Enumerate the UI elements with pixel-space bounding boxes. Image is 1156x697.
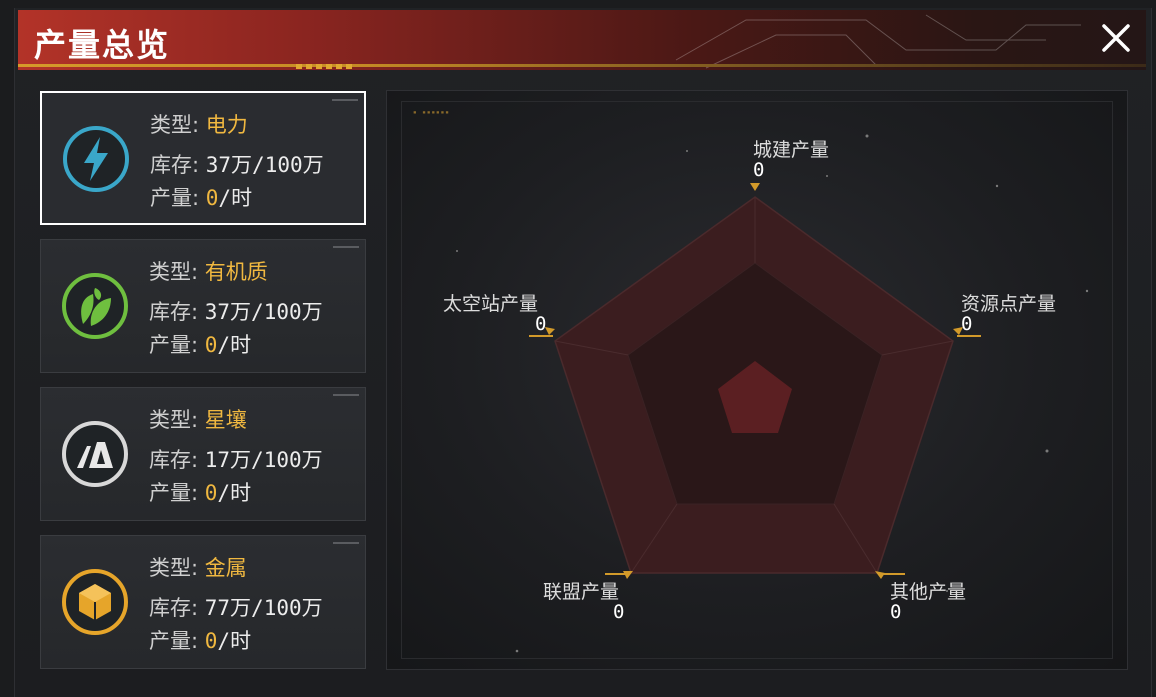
resource-stock: 17万/100万 [204,448,323,472]
resource-output-unit: /时 [217,333,252,357]
resource-output-unit: /时 [217,629,252,653]
header-decoration [675,14,1081,69]
resource-type: 有机质 [204,260,268,284]
soil-icon [62,421,128,487]
stock-label: 库存: [149,300,199,324]
lightning-icon [63,126,129,192]
resource-output-value: 0 [204,481,218,505]
resource-card-star-soil[interactable]: 类型: 星壤 库存: 17万/100万 产量: 0/时 [40,387,366,521]
axis-value-city: 0 [753,159,765,181]
axis-label-other: 其他产量 [890,581,967,603]
close-icon [1102,24,1130,52]
type-label: 类型: [150,113,200,137]
axis-label-city: 城建产量 [753,139,830,161]
output-label: 产量: [149,629,199,653]
resource-stock: 77万/100万 [204,596,323,620]
panel-corner-text: ▪ ▪▪▪▪▪▪ [413,109,450,116]
leaf-icon [62,273,128,339]
resource-type: 金属 [204,556,247,580]
axis-label-alliance: 联盟产量 [543,581,620,603]
resource-output-value: 0 [204,629,218,653]
resource-card-organic[interactable]: 类型: 有机质 库存: 37万/100万 产量: 0/时 [40,239,366,373]
stock-label: 库存: [149,596,199,620]
resource-output-value: 0 [205,186,219,210]
axis-tick-other [881,573,905,575]
card-corner-decoration [333,542,359,544]
resource-card-metal[interactable]: 类型: 金属 库存: 77万/100万 产量: 0/时 [40,535,366,669]
resource-output-unit: /时 [217,481,252,505]
axis-value-alliance: 0 [613,601,625,623]
output-label: 产量: [149,481,199,505]
stock-label: 库存: [149,448,199,472]
header-dash-decoration [296,64,352,69]
resource-type: 星壤 [204,408,247,432]
type-label: 类型: [149,260,199,284]
type-label: 类型: [149,408,199,432]
resource-output-unit: /时 [218,186,253,210]
axis-value-other: 0 [890,601,902,623]
output-label: 产量: [150,186,200,210]
card-corner-decoration [333,246,359,248]
card-corner-decoration [332,99,358,101]
dialog-header: 产量总览 [18,10,1146,70]
resource-type: 电力 [205,113,248,137]
resource-stock: 37万/100万 [204,300,323,324]
page-title: 产量总览 [34,26,171,64]
radar-chart-panel: ▪ ▪▪▪▪▪▪ 城建产量 0 资源点产量 0 其他产量 0 联盟产量 0 太空… [386,90,1128,670]
axis-value-space-station: 0 [535,313,547,335]
resource-stock: 37万/100万 [205,153,324,177]
resource-card-power[interactable]: 类型: 电力 库存: 37万/100万 产量: 0/时 [40,91,366,225]
axis-label-space-station: 太空站产量 [443,293,539,315]
axis-label-resource-point: 资源点产量 [961,293,1057,315]
card-corner-decoration [333,394,359,396]
stock-label: 库存: [150,153,200,177]
output-label: 产量: [149,333,199,357]
resource-output-value: 0 [204,333,218,357]
type-label: 类型: [149,556,199,580]
axis-tick-resource-point [957,335,981,337]
axis-value-resource-point: 0 [961,313,973,335]
header-divider [18,64,1146,67]
metal-cube-icon [62,569,128,635]
axis-tick-space-station [529,335,553,337]
axis-tick-alliance [605,573,629,575]
close-button[interactable] [1096,18,1136,58]
